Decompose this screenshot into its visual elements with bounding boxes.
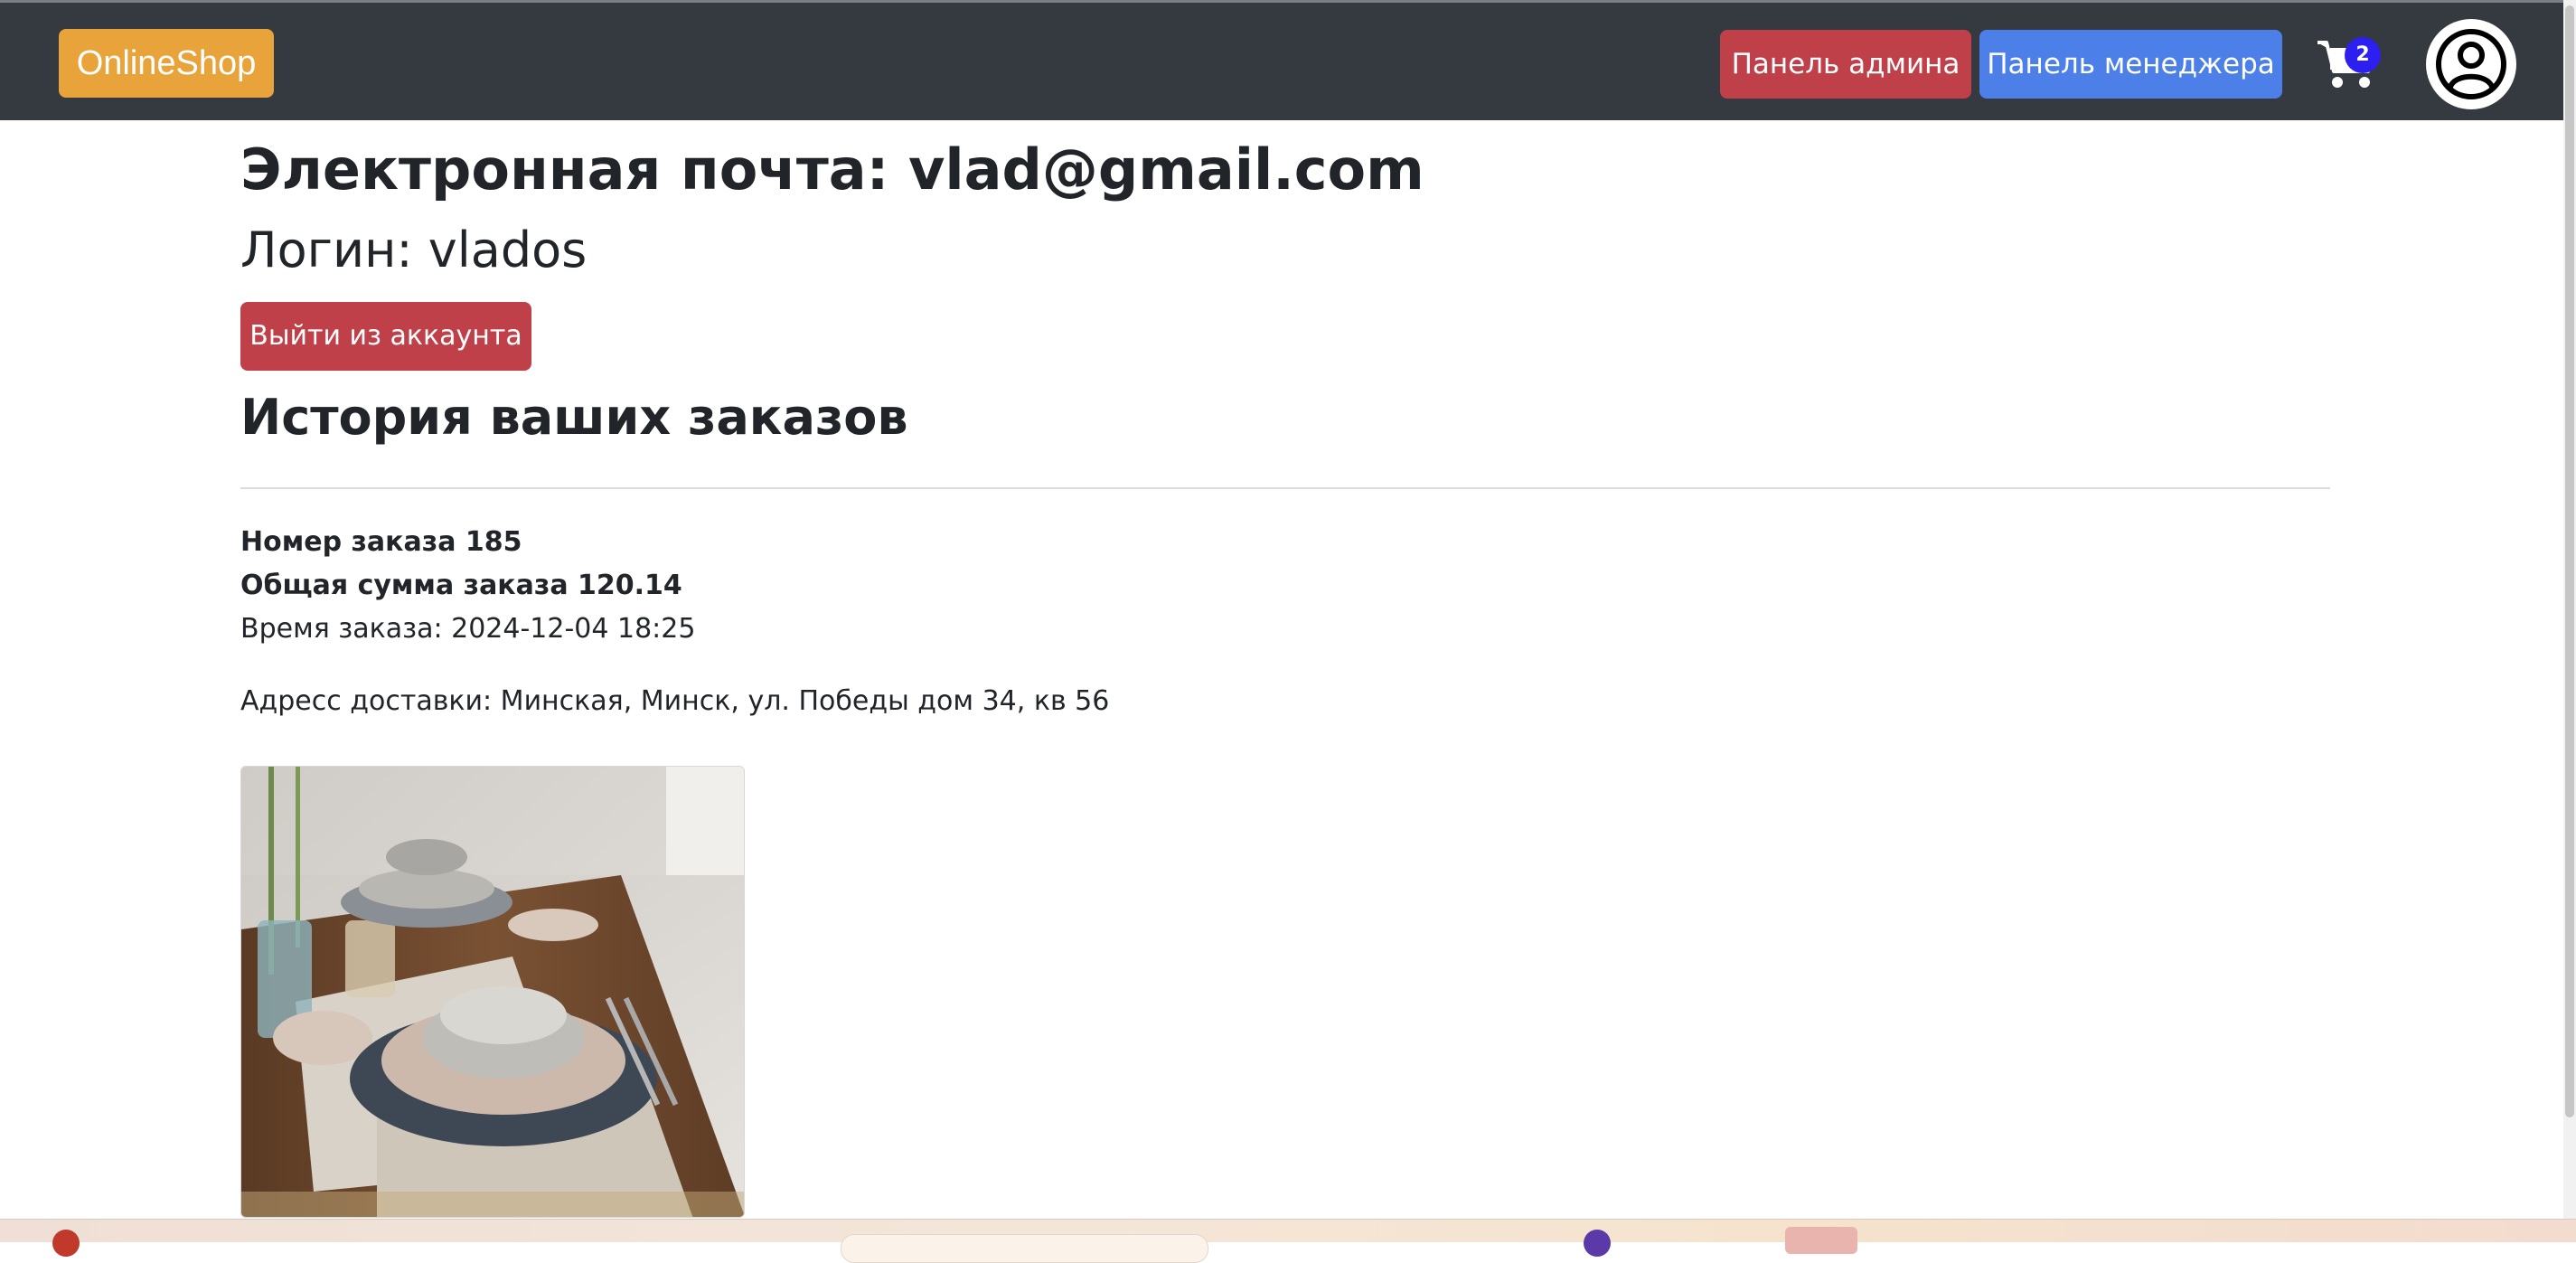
os-taskbar	[0, 1219, 2576, 1242]
order-number: Номер заказа 185	[240, 526, 522, 558]
order-history-title: История ваших заказов	[240, 389, 908, 446]
profile-avatar-button[interactable]	[2426, 19, 2516, 109]
order-time: Время заказа: 2024-12-04 18:25	[240, 613, 696, 645]
order-address: Адресс доставки: Минская, Минск, ул. Поб…	[240, 685, 1110, 717]
manager-panel-button[interactable]: Панель менеджера	[1979, 30, 2282, 99]
admin-panel-button[interactable]: Панель админа	[1720, 30, 1971, 99]
section-divider	[240, 487, 2330, 489]
cart-count-badge: 2	[2345, 37, 2381, 73]
brand-logo-button[interactable]: OnlineShop	[59, 29, 274, 98]
profile-email: Электронная почта: vlad@gmail.com	[240, 137, 1424, 203]
profile-login: Логин: vlados	[240, 221, 588, 278]
order-total: Общая сумма заказа 120.14	[240, 570, 682, 601]
top-navbar: OnlineShop Панель админа Панель менеджер…	[0, 0, 2576, 120]
tableware-product-photo	[240, 766, 745, 1218]
logout-button[interactable]: Выйти из аккаунта	[240, 302, 531, 371]
taskbar-search-field[interactable]	[841, 1234, 1208, 1263]
user-circle-icon	[2436, 29, 2506, 99]
taskbar-app-icon[interactable]	[1584, 1230, 1611, 1257]
scrollbar-thumb[interactable]	[2565, 5, 2574, 1117]
taskbar-app-icon[interactable]	[1785, 1227, 1857, 1254]
taskbar-app-icon[interactable]	[52, 1230, 80, 1257]
